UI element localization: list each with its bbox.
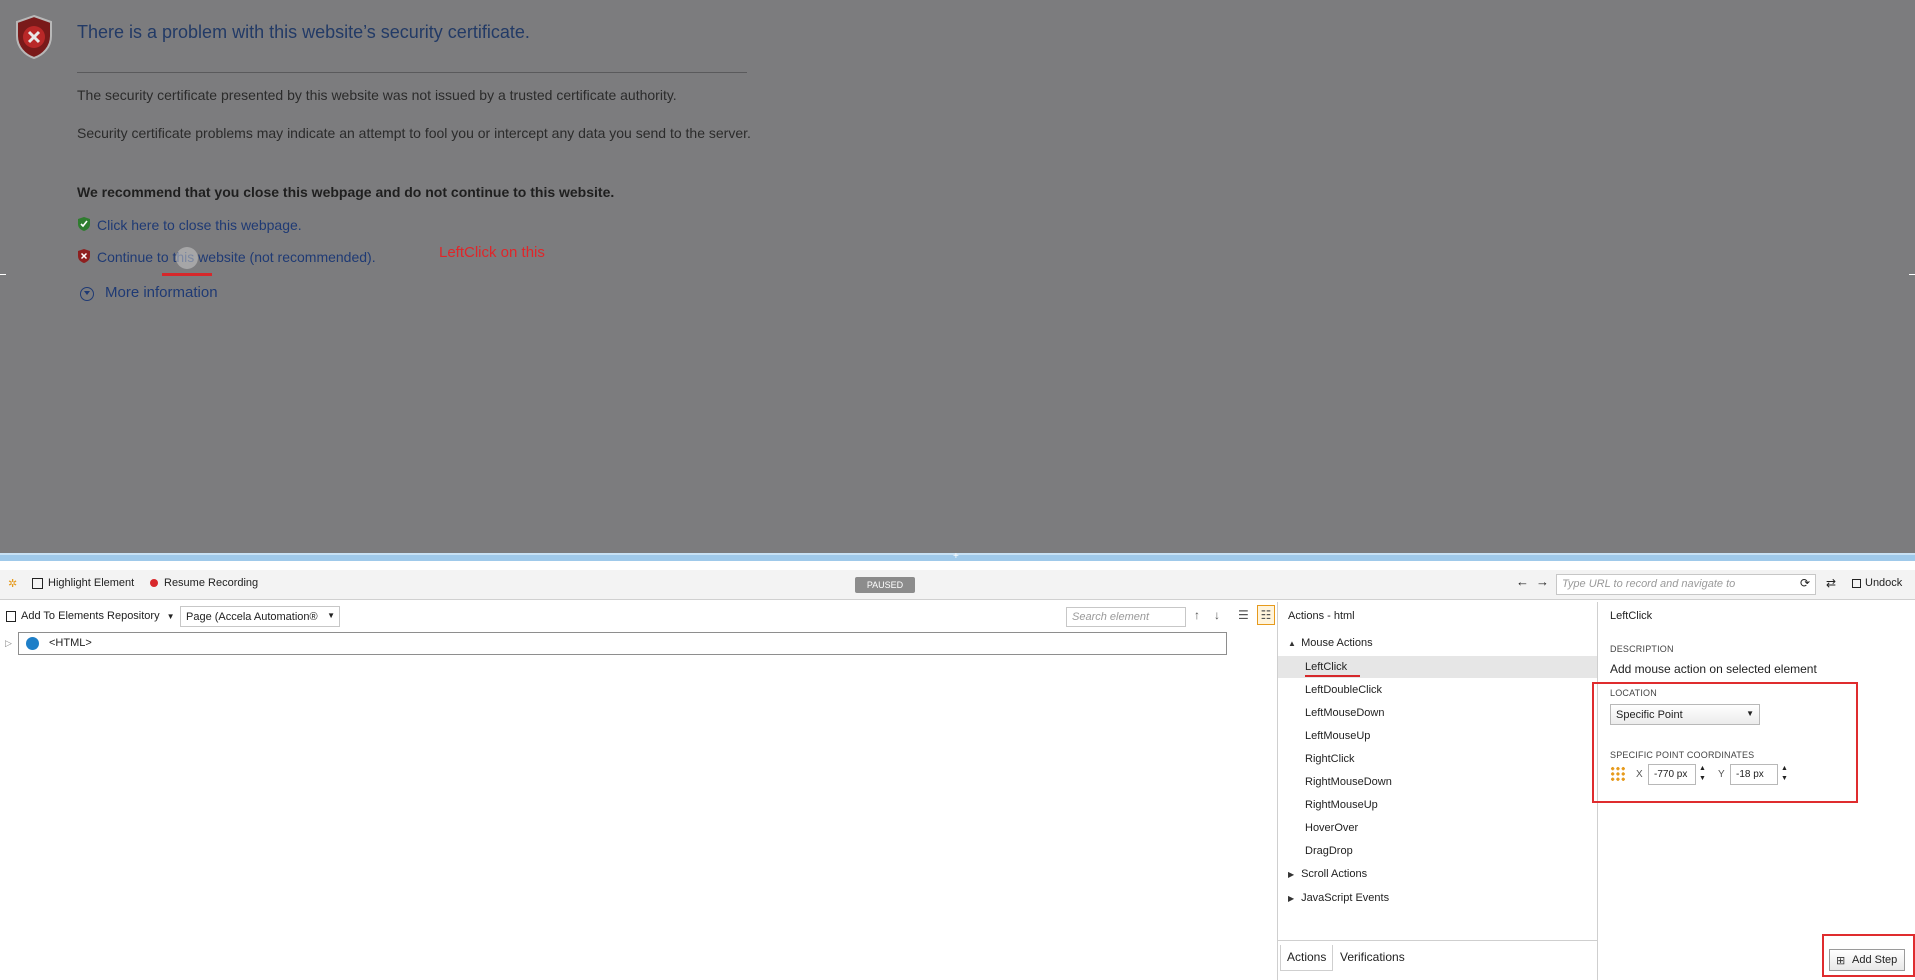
highlight-element-label: Highlight Element	[48, 577, 135, 589]
action-item-hoverover[interactable]: HoverOver	[1278, 817, 1597, 839]
resize-mark-left	[0, 274, 6, 275]
tab-actions[interactable]: Actions	[1280, 945, 1334, 971]
splitter-grip-icon: +	[953, 551, 959, 562]
shield-ok-icon	[78, 217, 90, 231]
scroll-actions-label: Scroll Actions	[1301, 868, 1368, 880]
browser-viewport: There is a problem with this website’s s…	[0, 0, 1915, 557]
add-step-button[interactable]: ⊞ Add Step	[1829, 949, 1905, 971]
add-to-repository-label: Add To Elements Repository	[21, 610, 160, 622]
arrow-down-icon[interactable]: ↓	[1214, 608, 1220, 622]
detail-view-icon[interactable]: ☷	[1257, 605, 1275, 625]
search-element-input[interactable]: Search element	[1066, 607, 1186, 627]
continue-website-label: Continue to this website (not recommende…	[97, 249, 376, 265]
annotation-text: LeftClick on this	[439, 244, 545, 261]
action-item-dragdrop[interactable]: DragDrop	[1278, 840, 1597, 862]
add-element-icon	[6, 610, 16, 622]
action-item-rightmousedown[interactable]: RightMouseDown	[1278, 771, 1597, 793]
record-dot-icon	[150, 579, 158, 588]
add-step-icon: ⊞	[1836, 955, 1846, 967]
tree-node-label: <HTML>	[49, 637, 92, 649]
action-item-rightmouseup[interactable]: RightMouseUp	[1278, 794, 1597, 816]
javascript-events-group[interactable]: ▶ JavaScript Events	[1288, 892, 1389, 904]
refresh-icon[interactable]: ⟳	[1800, 576, 1810, 590]
dropdown-arrow-icon: ▼	[166, 612, 175, 621]
mouse-actions-group[interactable]: ▲ Mouse Actions	[1288, 637, 1373, 649]
forward-arrow-icon[interactable]: →	[1536, 574, 1549, 589]
recommendation-text: We recommend that you close this webpage…	[77, 184, 615, 200]
undock-label: Undock	[1865, 577, 1903, 589]
javascript-events-label: JavaScript Events	[1301, 892, 1390, 904]
undock-button[interactable]: Undock	[1852, 577, 1902, 589]
expand-triangle-icon: ▶	[1288, 894, 1295, 903]
actions-header: Actions - html	[1288, 610, 1355, 622]
shield-error-small-icon	[78, 249, 90, 263]
app-logo-icon: ✲	[8, 578, 18, 590]
annotation-box-location	[1592, 682, 1858, 803]
selection-underline	[1305, 675, 1360, 677]
html-node-icon	[26, 637, 39, 650]
scroll-actions-group[interactable]: ▶ Scroll Actions	[1288, 868, 1367, 880]
tree-expand-icon[interactable]: ▷	[5, 638, 12, 649]
close-webpage-label: Click here to close this webpage.	[97, 217, 302, 233]
actions-panel: Actions - html ▲ Mouse Actions LeftClick…	[1277, 602, 1597, 980]
resume-recording-button[interactable]: Resume Recording	[150, 577, 258, 589]
add-step-label: Add Step	[1852, 954, 1898, 966]
click-indicator	[176, 247, 198, 269]
resize-mark-right	[1909, 274, 1915, 275]
highlight-element-button[interactable]: Highlight Element	[32, 577, 134, 589]
mouse-actions-label: Mouse Actions	[1301, 637, 1373, 649]
cert-error-paragraph: The security certificate presented by th…	[77, 87, 677, 103]
cert-error-title: There is a problem with this website’s s…	[77, 22, 530, 42]
tab-verifications[interactable]: Verifications	[1334, 945, 1411, 971]
resume-recording-label: Resume Recording	[164, 577, 259, 589]
cursor-box-icon	[32, 577, 43, 589]
collapse-triangle-icon: ▲	[1288, 639, 1296, 648]
action-item-leftmousedown[interactable]: LeftMouseDown	[1278, 702, 1597, 724]
back-arrow-icon[interactable]: ←	[1516, 574, 1529, 589]
description-text: Add mouse action on selected element	[1610, 662, 1817, 676]
arrow-up-icon[interactable]: ↑	[1194, 608, 1200, 622]
undock-icon	[1852, 578, 1861, 588]
elements-toolbar: Add To Elements Repository ▼ Page (Accel…	[0, 602, 1277, 632]
action-item-rightclick[interactable]: RightClick	[1278, 748, 1597, 770]
divider	[77, 72, 747, 73]
url-input[interactable]: Type URL to record and navigate to	[1556, 574, 1816, 595]
page-select[interactable]: Page (Accela Automation®	[180, 606, 340, 627]
add-to-repository-button[interactable]: Add To Elements Repository ▼	[6, 610, 175, 622]
actions-tabs: Actions Verifications	[1278, 940, 1597, 980]
properties-title: LeftClick	[1610, 610, 1653, 622]
panel-splitter[interactable]: +	[0, 551, 1915, 562]
list-view-icon[interactable]: ☰	[1238, 608, 1249, 622]
tree-node-html[interactable]: <HTML>	[18, 632, 1227, 655]
action-item-leftmouseup[interactable]: LeftMouseUp	[1278, 725, 1597, 747]
paused-badge: PAUSED	[855, 577, 915, 593]
more-information-label: More information	[105, 284, 218, 301]
recorder-toolbar: ✲ Highlight Element Resume Recording PAU…	[0, 570, 1915, 600]
expand-circle-icon	[80, 287, 94, 301]
sync-icon[interactable]: ⇄	[1826, 576, 1836, 590]
cert-warning-paragraph: Security certificate problems may indica…	[77, 125, 751, 141]
expand-triangle-icon: ▶	[1288, 870, 1295, 879]
shield-error-icon	[16, 14, 52, 60]
annotation-underline	[162, 273, 212, 276]
description-label: DESCRIPTION	[1610, 644, 1674, 654]
action-item-leftdoubleclick[interactable]: LeftDoubleClick	[1278, 679, 1597, 701]
